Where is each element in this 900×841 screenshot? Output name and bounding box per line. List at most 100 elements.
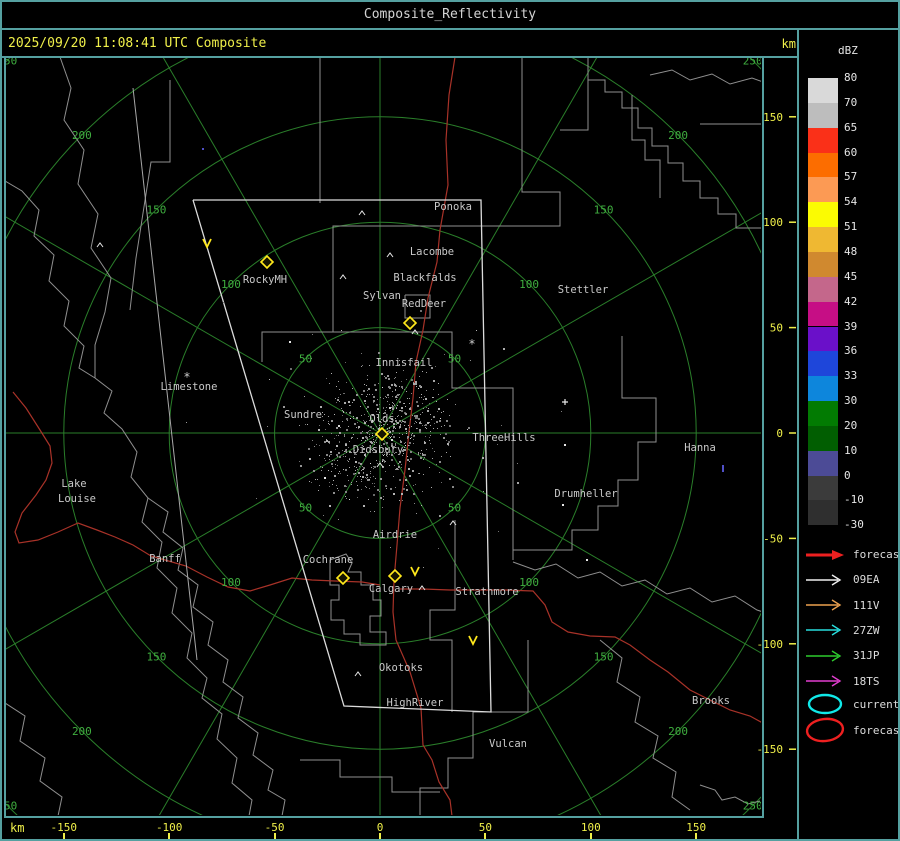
scale-value-label: -30 — [844, 518, 864, 532]
aircraft-diamond-icon — [402, 315, 418, 331]
svg-text:200: 200 — [668, 129, 688, 142]
city-label-stettler: Stettler — [558, 284, 609, 296]
legend-arrow-icon — [806, 675, 842, 687]
asterisk-icon: * — [468, 337, 475, 351]
city-label-hanna: Hanna — [684, 442, 716, 454]
frame-top — [0, 0, 900, 2]
asterisk-icon: * — [183, 370, 190, 384]
blue-dash-icon — [722, 465, 724, 472]
legend-item-label: 09EA — [853, 573, 880, 587]
svg-text:150: 150 — [146, 203, 166, 216]
legend-panel: dBZ 80 70 65 60 57 54 51 48 45 42 39 36 33 30 20 10 0 -10… — [798, 0, 900, 841]
svg-text:200: 200 — [668, 725, 688, 738]
scale-swatch — [808, 500, 838, 526]
legend-ellipse-icon — [805, 717, 845, 743]
scale-swatch — [808, 376, 838, 402]
frame-map-right — [762, 57, 764, 817]
scale-swatch — [808, 425, 838, 451]
legend-arrow-icon — [806, 549, 844, 560]
right-axis-label: -100 — [757, 638, 784, 651]
info-bar: 2025/09/20 11:08:41 UTC Composite km — [0, 30, 900, 57]
svg-text:50: 50 — [448, 502, 461, 515]
caret-icon — [96, 242, 104, 248]
right-axis-label: 100 — [763, 216, 783, 229]
city-label-reddeer: RedDeer — [402, 298, 446, 310]
title-bar: Composite_Reflectivity — [0, 0, 900, 28]
scale-swatch — [808, 127, 838, 153]
city-label-rockymh: RockyMH — [243, 274, 287, 286]
range-rings — [6, 58, 761, 815]
svg-text:200: 200 — [72, 129, 92, 142]
legend-arrow-icon — [806, 650, 842, 662]
plus-icon — [562, 399, 568, 405]
timestamp-label: 2025/09/20 11:08:41 UTC Composite — [8, 36, 267, 51]
scale-value-label: 33 — [844, 369, 858, 383]
legend-item-09EA-1: 09EA — [804, 569, 880, 589]
dot-icon — [564, 444, 566, 446]
frame-panel-divider — [797, 29, 799, 841]
scale-swatch — [808, 227, 838, 252]
right-axis-label: 50 — [770, 322, 783, 335]
city-label-cochrane: Cochrane — [303, 554, 354, 566]
city-label-vulcan: Vulcan — [489, 738, 527, 750]
scale-value-label: 39 — [844, 319, 858, 333]
legend-item-31JP-4: 31JP — [804, 645, 880, 665]
legend-item-label: 111V — [853, 598, 880, 612]
svg-text:50: 50 — [299, 352, 312, 365]
map-layer: 50 50 50 50 100 100 100 100 150 150 150 150 200 200 20… — [0, 58, 761, 815]
city-label-lake: Lake — [61, 478, 86, 490]
scale-swatch — [808, 401, 838, 426]
dot-icon — [289, 341, 291, 343]
scale-value-label: 0 — [844, 468, 851, 482]
radar-map: 50 50 50 50 100 100 100 100 150 150 150 150 200 200 20… — [0, 58, 796, 815]
scale-swatch — [808, 78, 838, 103]
scale-value-label: 30 — [844, 394, 858, 408]
svg-text:150: 150 — [594, 203, 614, 216]
right-axis-label: 150 — [763, 111, 783, 124]
caret-icon — [354, 671, 362, 677]
legend-item-label: 18TS — [853, 674, 880, 688]
dot-icon — [562, 504, 564, 506]
city-label-blackfalds: Blackfalds — [393, 272, 456, 284]
blue-dot-icon — [202, 148, 204, 150]
svg-text:100: 100 — [221, 576, 241, 589]
scale-value-label: 42 — [844, 294, 858, 308]
legend-item-label: 31JP — [853, 649, 880, 663]
city-label-highriver: HighRiver — [387, 697, 444, 709]
svg-text:250: 250 — [0, 800, 17, 813]
dot-icon — [324, 477, 326, 479]
v-arrow-icon — [468, 635, 478, 647]
scale-value-label: 70 — [844, 95, 858, 109]
frame-info-sep — [0, 56, 799, 58]
scale-value-label: 65 — [844, 120, 858, 134]
svg-text:100: 100 — [519, 576, 539, 589]
scale-swatch — [808, 276, 838, 302]
aircraft-diamond-icon — [335, 570, 351, 586]
city-label-didsbury: Didsbury — [353, 444, 404, 456]
svg-text:50: 50 — [448, 352, 461, 365]
dot-icon — [586, 559, 588, 561]
city-label-threehills: ThreeHills — [472, 432, 535, 444]
scale-swatch — [808, 326, 838, 352]
city-label-okotoks: Okotoks — [379, 662, 423, 674]
bottom-axis: km -150 -100 -50 0 50 100 150 — [0, 818, 797, 841]
caret-icon — [339, 274, 347, 280]
city-label-sylvan: Sylvan — [363, 290, 401, 302]
scale-swatch — [808, 450, 838, 476]
legend-item-label: current — [853, 697, 900, 711]
scale-title: dBZ — [838, 44, 858, 57]
scale-value-label: 36 — [844, 344, 858, 358]
legend-item-27ZW-3: 27ZW — [804, 620, 880, 640]
legend-item-label: forecast — [853, 723, 900, 737]
legend-arrow-icon — [806, 599, 842, 611]
scale-swatch — [808, 301, 838, 327]
city-labels: Ponoka Lacombe Blackfalds SylvanRedDeer Rock… — [58, 201, 730, 750]
city-label-sundre: Sundre — [284, 409, 322, 421]
right-axis-label: -150 — [757, 743, 784, 756]
scale-swatch — [808, 152, 838, 178]
legend-arrow-icon — [806, 574, 842, 586]
city-label-drumheller: Drumheller — [554, 488, 617, 500]
scale-swatch — [808, 351, 838, 377]
scale-swatch — [808, 102, 838, 128]
v-arrow-icon — [410, 566, 420, 578]
